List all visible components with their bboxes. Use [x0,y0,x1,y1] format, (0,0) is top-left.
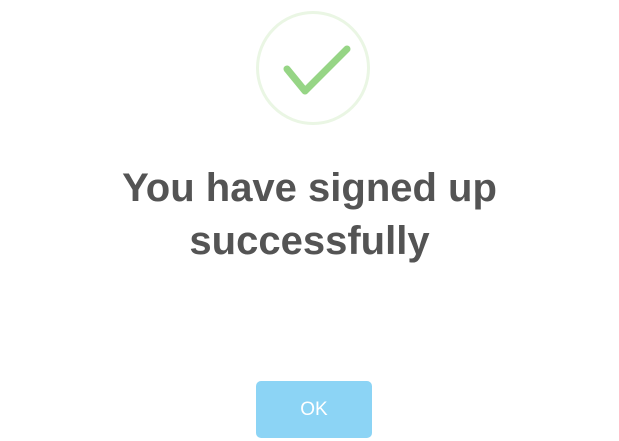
success-icon-ring [256,11,370,125]
success-alert-dialog: You have signed up successfully OK [0,0,619,441]
alert-title-line-1: You have signed up [122,166,497,210]
alert-title-line-2: successfully [189,219,430,263]
checkmark-icon [283,45,351,95]
alert-title: You have signed up successfully [0,162,619,268]
ok-button[interactable]: OK [256,381,372,438]
